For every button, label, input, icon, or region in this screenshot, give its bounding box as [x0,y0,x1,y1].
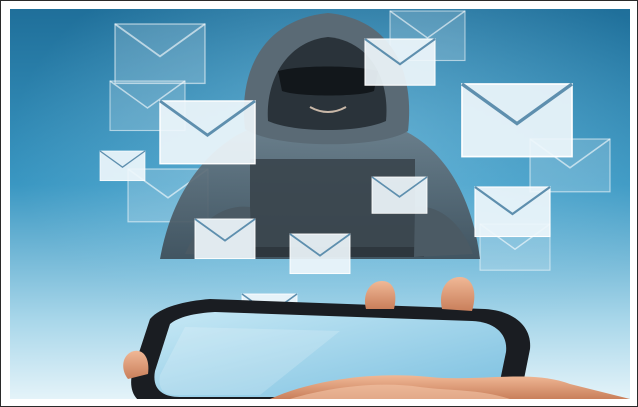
photo-scene [10,9,630,399]
scene-illustration [10,9,630,399]
envelope-icon [460,82,574,159]
image-frame [0,0,638,407]
envelope-icon [99,150,146,182]
envelope-icon [158,99,257,166]
envelope-icon [473,185,552,238]
envelope-icon [371,176,428,215]
envelope-icon [289,233,351,275]
envelope-icon [363,37,437,87]
envelope-icon [194,218,256,260]
faint-envelope-icon [114,23,206,85]
